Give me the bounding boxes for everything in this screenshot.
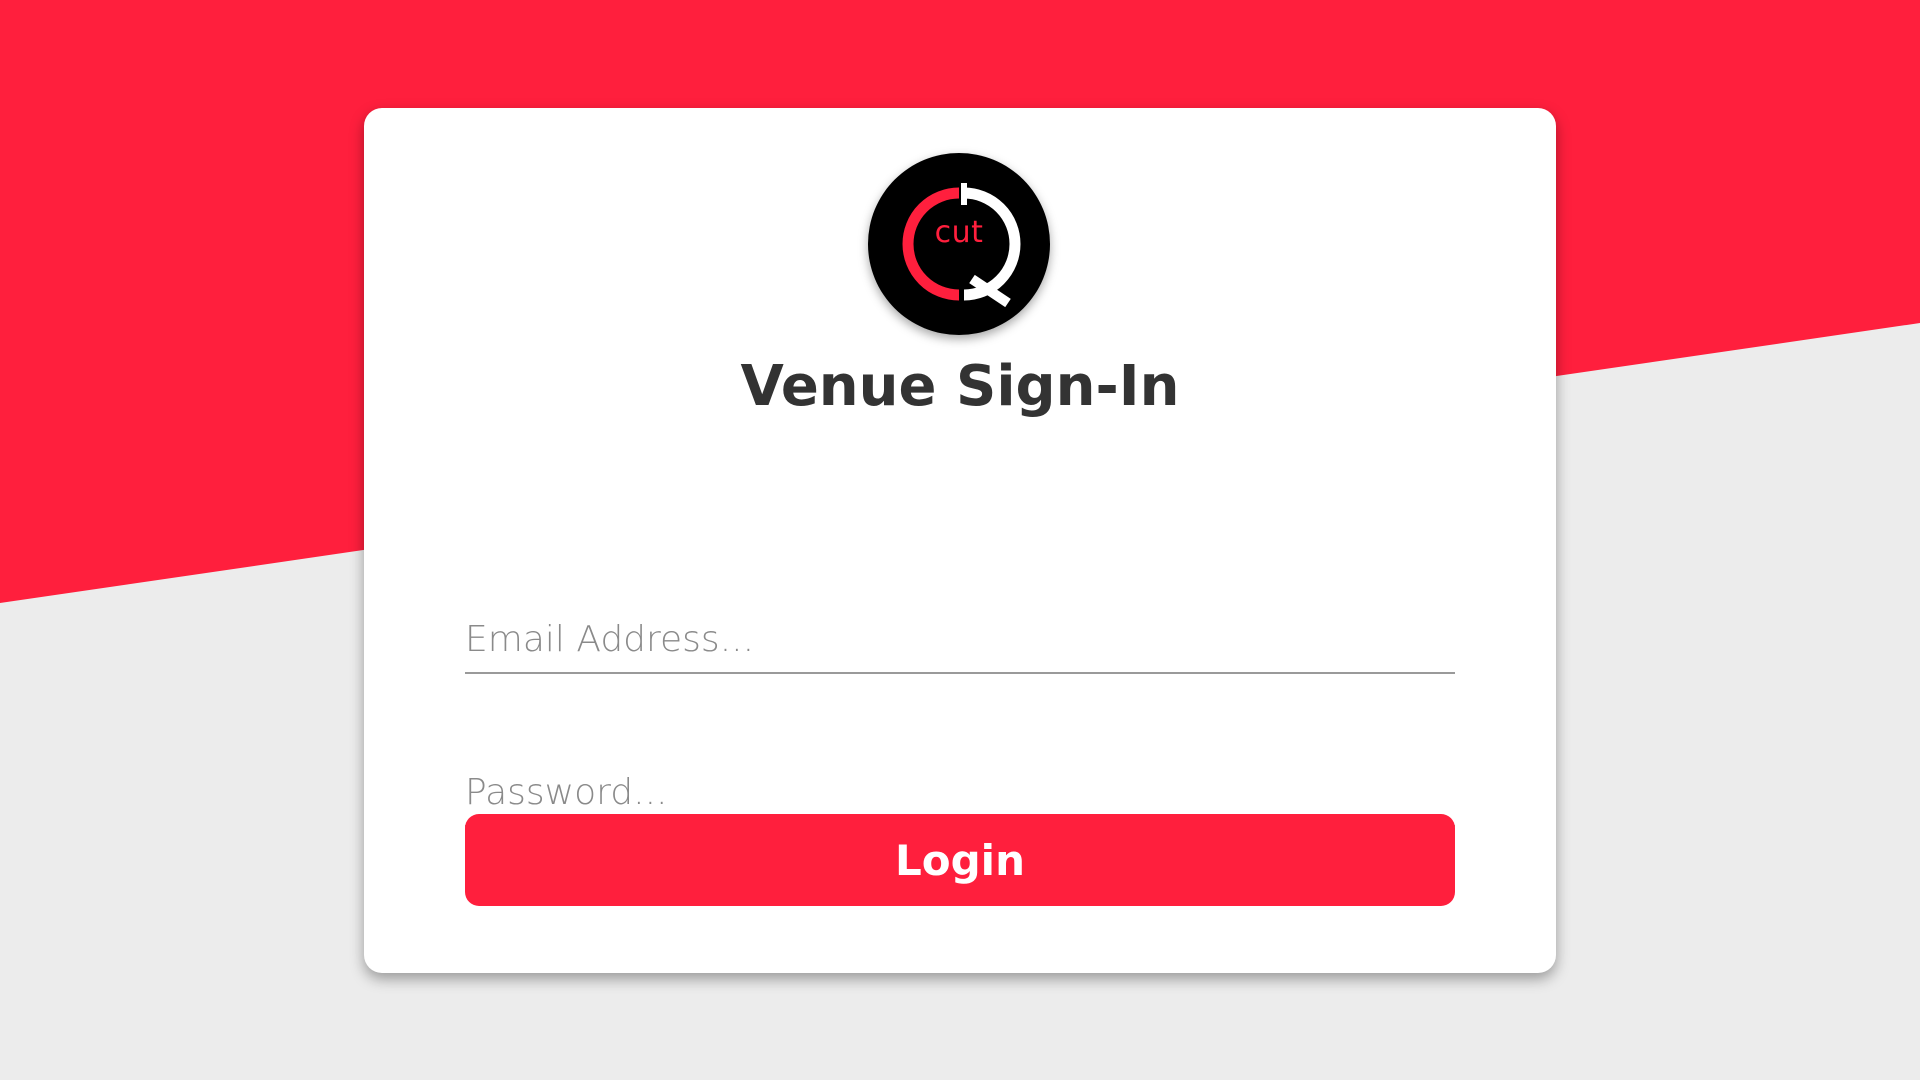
page: cut Venue Sign-In Login xyxy=(0,0,1920,1080)
email-field[interactable] xyxy=(465,606,1455,674)
sign-in-card: cut Venue Sign-In Login xyxy=(364,108,1556,973)
login-button[interactable]: Login xyxy=(465,814,1455,906)
page-title: Venue Sign-In xyxy=(740,354,1180,419)
cutq-logo-icon: cut xyxy=(868,153,1050,335)
logo-text: cut xyxy=(934,215,984,250)
